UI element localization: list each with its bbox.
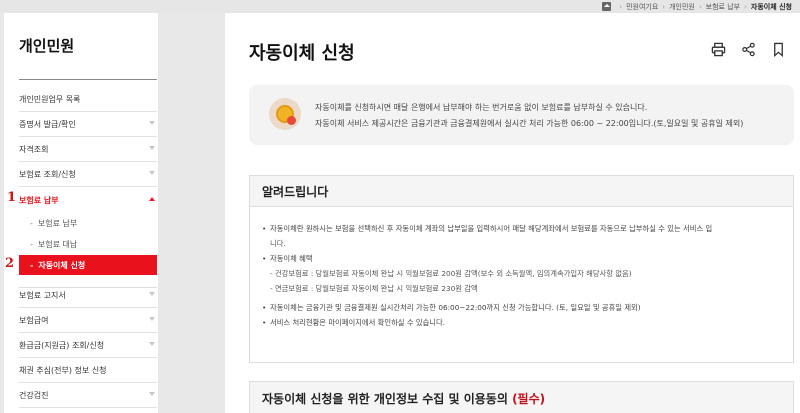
sidebar-item-label: 개인민원업무 목록	[19, 94, 81, 104]
sidebar: 개인민원 개인민원업무 목록 증명서 발급/확인 자격조회 보험료 조회/신청 …	[4, 13, 158, 413]
sidebar-item-label: 건강검진	[19, 390, 49, 400]
chevron-down-icon	[149, 146, 155, 150]
divider	[19, 79, 157, 80]
breadcrumb-current: 자동이체 신청	[750, 2, 792, 11]
sidebar-item-debt-collection[interactable]: 채권 추심(전부) 정보 신청	[19, 358, 157, 383]
breadcrumb-item[interactable]: 민원여기요	[626, 2, 658, 12]
share-button[interactable]	[736, 37, 760, 61]
chevron-down-icon	[149, 317, 155, 321]
sidebar-item-label: 증명서 발급/확인	[19, 119, 76, 129]
submenu-item-label: 보험료 납부	[37, 218, 78, 228]
notice-box: 알려드립니다 • 자동이체란 원하시는 보험을 선택하신 후 자동이체 계좌의 납…	[249, 175, 794, 363]
notice-bullet: • 자동이체 혜택	[262, 254, 313, 263]
breadcrumb-item[interactable]: 보험료 납부	[706, 2, 740, 12]
submenu-item-auto-transfer[interactable]: - 자동이체 신청	[19, 255, 157, 275]
notice-sub-item: - 연금보험료 : 당월보험료 자동이체 완납 시 익월보험료 230원 감액	[270, 284, 478, 293]
page-title: 자동이체 신청	[249, 43, 355, 64]
breadcrumb-item[interactable]: 개인민원	[669, 2, 695, 12]
submenu-item-label: 자동이체 신청	[38, 260, 86, 270]
breadcrumb: › 민원여기요 › 개인민원 › 보험료 납부 › 자동이체 신청	[602, 0, 792, 13]
info-line: 자동이체를 신청하시면 매달 은행에서 납부해야 하는 번거로움 없이 보험료를…	[315, 103, 648, 112]
submenu-item-proxy-payment[interactable]: - 보험료 대납	[19, 234, 157, 254]
consent-title: 자동이체 신청을 위한 개인정보 수집 및 이용동의 (필수)	[262, 392, 546, 406]
sidebar-item-certificate[interactable]: 증명서 발급/확인	[19, 112, 157, 137]
notice-bullet: • 자동이체란 원하시는 보험을 선택하신 후 자동이체 계좌의 납부일을 입력하…	[262, 224, 713, 233]
info-box: 자동이체를 신청하시면 매달 은행에서 납부해야 하는 번거로움 없이 보험료를…	[249, 85, 794, 145]
notice-body: • 자동이체란 원하시는 보험을 선택하신 후 자동이체 계좌의 납부일을 입력하…	[250, 207, 793, 330]
annotation-marker-2: 2	[5, 256, 15, 271]
chevron-down-icon	[149, 171, 155, 175]
chevron-down-icon	[149, 121, 155, 125]
chevron-down-icon	[149, 342, 155, 346]
info-text: 자동이체를 신청하시면 매달 은행에서 납부해야 하는 번거로움 없이 보험료를…	[315, 100, 743, 132]
notice-title: 알려드립니다	[250, 176, 793, 207]
sidebar-item-benefits[interactable]: 보험급여	[19, 308, 157, 333]
home-icon[interactable]	[602, 2, 612, 11]
notice-bullet: • 자동이체는 금융기관 및 금융결제원 실시간처리 가능한 06:00~22:0…	[262, 303, 641, 312]
consent-section: 자동이체 신청을 위한 개인정보 수집 및 이용동의 (필수)	[249, 381, 794, 413]
sidebar-item-premium-payment[interactable]: 보험료 납부	[19, 188, 157, 213]
sidebar-item-checkup[interactable]: 건강검진	[19, 383, 157, 408]
chevron-down-icon	[149, 292, 155, 296]
sidebar-item-premium-inquiry[interactable]: 보험료 조회/신청	[19, 162, 157, 187]
required-badge: (필수)	[512, 392, 546, 406]
sidebar-item-label: 환급금(지원금) 조회/신청	[19, 340, 105, 350]
sidebar-item-label: 보험료 납부	[19, 196, 59, 205]
share-icon	[741, 42, 755, 56]
sidebar-item-label: 보험급여	[19, 315, 49, 325]
sidebar-item-eligibility[interactable]: 자격조회	[19, 137, 157, 162]
sidebar-title: 개인민원	[19, 37, 75, 55]
sidebar-item-bill[interactable]: 보험료 고지서	[19, 283, 157, 308]
sidebar-item-label: 채권 추심(전부) 정보 신청	[19, 365, 107, 375]
sidebar-item-label: 자격조회	[19, 144, 49, 154]
main-content: 자동이체 신청 자동이체를 신청하시면 매달 은행에서 납부해야 하는 번거로움…	[225, 13, 800, 413]
print-button[interactable]	[706, 37, 730, 61]
chevron-up-icon	[149, 197, 155, 201]
print-icon	[711, 42, 725, 56]
notice-sub-item: - 건강보험료 : 당월보험료 자동이체 완납 시 익월보험료 200원 감액(…	[270, 269, 632, 278]
bookmark-icon	[773, 42, 783, 57]
top-bar: › 민원여기요 › 개인민원 › 보험료 납부 › 자동이체 신청	[0, 0, 800, 13]
notice-bullet: • 서비스 처리현황은 마이페이지에서 확인하실 수 있습니다.	[262, 318, 446, 327]
sidebar-item-label: 보험료 고지서	[19, 290, 66, 300]
chevron-down-icon	[149, 392, 155, 396]
coin-icon	[269, 98, 301, 130]
notice-bullet-cont: 니다.	[270, 239, 286, 248]
info-line: 자동이체 서비스 제공시간은 금융기관과 금융결제원에서 실시간 처리 가능한 …	[315, 119, 744, 128]
sidebar-item-refund[interactable]: 환급금(지원금) 조회/신청	[19, 333, 157, 358]
sidebar-item-list[interactable]: 개인민원업무 목록	[19, 87, 157, 112]
submenu-item-label: 보험료 대납	[37, 239, 78, 249]
annotation-marker-1: 1	[7, 190, 17, 205]
sidebar-item-label: 보험료 조회/신청	[19, 169, 76, 179]
bookmark-button[interactable]	[766, 37, 790, 61]
submenu-item-payment[interactable]: - 보험료 납부	[19, 213, 157, 233]
